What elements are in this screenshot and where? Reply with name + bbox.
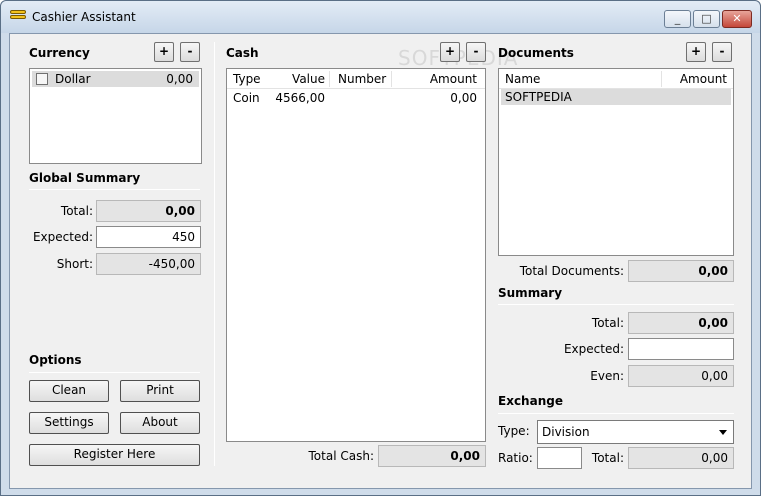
app-window: Cashier Assistant _ □ ✕ Currency + - Dol… bbox=[0, 0, 761, 496]
total-documents-value: 0,00 bbox=[628, 260, 734, 282]
exchange-type-label: Type: bbox=[498, 424, 530, 438]
exchange-header: Exchange bbox=[498, 394, 563, 408]
summary-even-value: 0,00 bbox=[628, 365, 734, 387]
documents-remove-button[interactable]: - bbox=[712, 42, 732, 62]
global-expected-label: Expected: bbox=[32, 230, 93, 244]
currency-header: Currency bbox=[29, 46, 90, 60]
currency-add-button[interactable]: + bbox=[154, 42, 174, 62]
exchange-total-label: Total: bbox=[591, 451, 624, 465]
clean-button[interactable]: Clean bbox=[29, 380, 109, 402]
summary-even-label: Even: bbox=[590, 369, 624, 383]
divider bbox=[498, 413, 734, 414]
cash-col-value[interactable]: Value bbox=[279, 69, 325, 89]
documents-table-header: Name Amount bbox=[499, 69, 733, 89]
currency-item-name: Dollar bbox=[55, 72, 91, 86]
cash-row-type: Coin bbox=[233, 91, 260, 105]
options-header: Options bbox=[29, 353, 82, 367]
divider bbox=[29, 372, 200, 373]
about-button[interactable]: About bbox=[120, 412, 200, 434]
doc-col-amount[interactable]: Amount bbox=[663, 69, 727, 89]
global-short-label: Short: bbox=[56, 257, 93, 271]
total-cash-label: Total Cash: bbox=[308, 449, 374, 463]
summary-expected-input[interactable] bbox=[628, 338, 734, 360]
doc-row-name: SOFTPEDIA bbox=[505, 90, 572, 104]
coins-icon bbox=[10, 10, 26, 24]
summary-header: Summary bbox=[498, 286, 563, 300]
cash-row-amount: 0,00 bbox=[450, 91, 477, 105]
cash-header: Cash bbox=[226, 46, 259, 60]
summary-total-label: Total: bbox=[591, 316, 624, 330]
cash-table-header: Type Value Number Amount bbox=[227, 69, 485, 89]
doc-col-name[interactable]: Name bbox=[505, 69, 540, 89]
maximize-button[interactable]: □ bbox=[693, 10, 720, 28]
global-short-value: -450,00 bbox=[96, 253, 201, 275]
divider bbox=[498, 304, 734, 305]
cash-table[interactable]: Type Value Number Amount Coin 4566,00 0,… bbox=[226, 68, 486, 442]
cash-row-value: 4566,00 bbox=[275, 91, 325, 105]
settings-button[interactable]: Settings bbox=[29, 412, 109, 434]
title-bar[interactable]: Cashier Assistant _ □ ✕ bbox=[1, 1, 760, 33]
summary-expected-label: Expected: bbox=[563, 342, 624, 356]
divider bbox=[29, 189, 200, 190]
exchange-type-select[interactable]: Division bbox=[537, 420, 734, 444]
chevron-down-icon bbox=[719, 430, 727, 435]
exchange-ratio-label: Ratio: bbox=[498, 451, 533, 465]
documents-add-button[interactable]: + bbox=[686, 42, 706, 62]
cash-col-amount[interactable]: Amount bbox=[397, 69, 477, 89]
exchange-type-value: Division bbox=[542, 425, 590, 439]
cash-col-type[interactable]: Type bbox=[233, 69, 261, 89]
currency-item-dollar[interactable]: Dollar 0,00 bbox=[32, 71, 199, 87]
currency-checkbox[interactable] bbox=[36, 73, 48, 85]
currency-item-amount: 0,00 bbox=[166, 72, 193, 86]
print-button[interactable]: Print bbox=[120, 380, 200, 402]
column-separator bbox=[214, 42, 215, 466]
minimize-button[interactable]: _ bbox=[664, 10, 691, 28]
summary-total-value: 0,00 bbox=[628, 312, 734, 334]
documents-table[interactable]: Name Amount SOFTPEDIA bbox=[498, 68, 734, 256]
close-button[interactable]: ✕ bbox=[722, 10, 752, 28]
global-total-label: Total: bbox=[60, 204, 93, 218]
total-documents-label: Total Documents: bbox=[519, 264, 624, 278]
window-title: Cashier Assistant bbox=[32, 10, 136, 24]
cash-remove-button[interactable]: - bbox=[466, 42, 486, 62]
cash-add-button[interactable]: + bbox=[440, 42, 460, 62]
global-expected-input[interactable]: 450 bbox=[96, 226, 201, 248]
cash-col-number[interactable]: Number bbox=[338, 69, 386, 89]
documents-header: Documents bbox=[498, 46, 574, 60]
exchange-total-value: 0,00 bbox=[628, 447, 734, 469]
currency-list[interactable]: Dollar 0,00 bbox=[29, 68, 202, 164]
total-cash-value: 0,00 bbox=[378, 445, 486, 467]
table-row[interactable]: Coin 4566,00 0,00 bbox=[227, 89, 485, 107]
client-area: Currency + - Dollar 0,00 Global Summary … bbox=[9, 33, 752, 489]
global-total-value: 0,00 bbox=[96, 200, 201, 222]
exchange-ratio-input[interactable] bbox=[537, 447, 582, 469]
global-summary-header: Global Summary bbox=[29, 171, 141, 185]
table-row[interactable]: SOFTPEDIA bbox=[501, 89, 731, 105]
currency-remove-button[interactable]: - bbox=[180, 42, 200, 62]
register-button[interactable]: Register Here bbox=[29, 444, 200, 466]
